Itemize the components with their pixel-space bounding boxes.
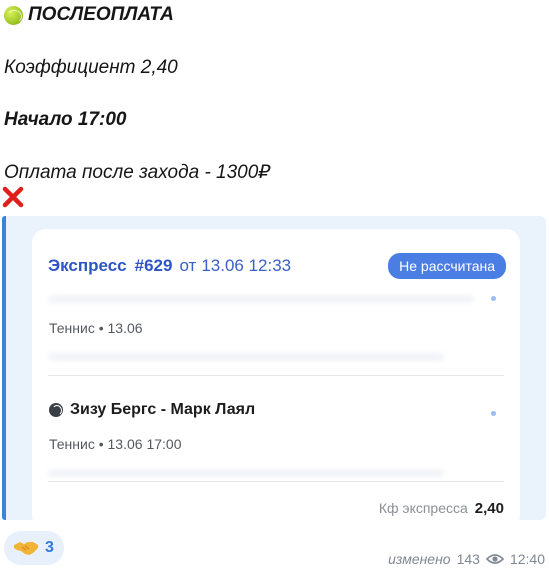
express-label: Экспресс <box>48 256 127 275</box>
blurred-event-odds <box>48 346 504 368</box>
event-dot <box>491 296 496 301</box>
reaction-button[interactable]: 3 <box>4 531 64 565</box>
payment-line: Оплата после захода - 1300₽ <box>4 162 271 183</box>
start-time-line: Начало 17:00 <box>4 109 127 130</box>
event-meta: Теннис • 13.06 <box>49 320 143 336</box>
status-badge: Не рассчитана <box>388 253 506 279</box>
coefficient-line: Коэффициент 2,40 <box>4 57 178 78</box>
event-title: Зизу Бергс - Марк Лаял <box>49 401 255 419</box>
event-title-text: Зизу Бергс - Марк Лаял <box>70 401 256 418</box>
views-count: 143 <box>456 551 480 567</box>
express-number: #629 <box>134 256 173 275</box>
eye-icon <box>485 554 504 564</box>
reaction-count: 3 <box>45 539 54 556</box>
link-preview[interactable]: Экспресс #629 от 13.06 12:33 Не рассчита… <box>2 216 546 529</box>
message-title-text: ПОСЛЕОПЛАТА <box>28 4 174 25</box>
tennis-ball-icon <box>4 5 23 25</box>
bet-card-header: Экспресс #629 от 13.06 12:33 Не рассчита… <box>48 251 506 281</box>
bet-card[interactable]: Экспресс #629 от 13.06 12:33 Не рассчита… <box>32 229 520 529</box>
express-coefficient: Кф экспресса 2,40 <box>379 500 504 517</box>
quote-accent-bar <box>2 216 6 520</box>
message-time: 12:40 <box>509 551 545 567</box>
express-datetime: 13.06 12:33 <box>201 256 292 275</box>
message-title: ПОСЛЕОПЛАТА <box>4 4 174 26</box>
event-meta: Теннис • 13.06 17:00 <box>49 436 182 452</box>
from-label: от <box>179 256 197 275</box>
cross-mark-icon <box>2 186 24 208</box>
tennis-ball-icon <box>49 403 63 417</box>
edited-label: изменено <box>388 551 451 567</box>
blurred-event-title <box>48 288 504 310</box>
divider <box>48 481 504 482</box>
message-status: изменено 143 12:40 <box>388 551 545 567</box>
kf-label: Кф экспресса <box>378 500 468 516</box>
handshake-icon <box>14 542 38 555</box>
kf-value: 2,40 <box>474 500 504 517</box>
event-dot <box>491 411 496 416</box>
divider <box>48 375 504 376</box>
